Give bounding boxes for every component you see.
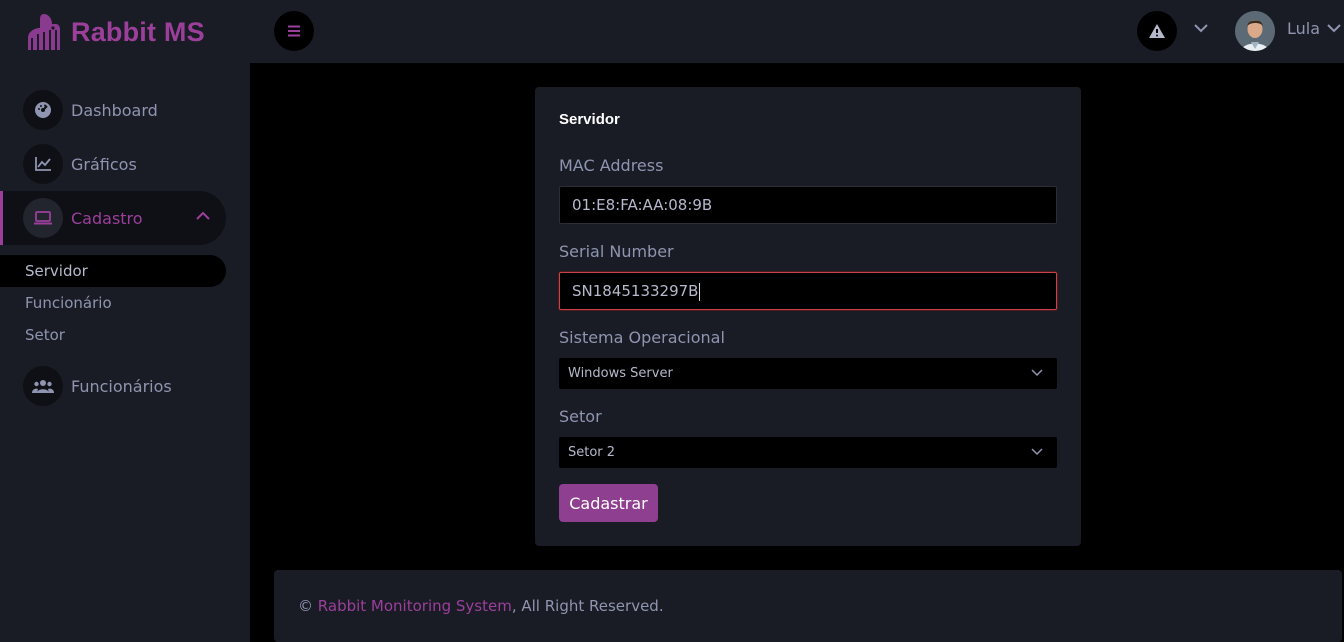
mac-address-value: 01:E8:FA:AA:08:9B — [572, 196, 713, 214]
sidebar-item-dashboard[interactable]: Dashboard — [0, 83, 226, 137]
copyright-suffix: , All Right Reserved. — [511, 597, 664, 615]
sidebar-item-label: Gráficos — [71, 154, 137, 174]
chevron-down-icon — [1031, 369, 1043, 377]
sector-label: Setor — [559, 407, 602, 426]
serial-number-input[interactable]: SN1845133297B — [559, 272, 1057, 310]
chevron-up-icon — [196, 211, 210, 220]
sidebar: Rabbit MS Dashboard Gráficos Cadastro Se… — [0, 0, 250, 642]
user-name[interactable]: Lula — [1287, 19, 1320, 38]
server-form-card: Servidor MAC Address 01:E8:FA:AA:08:9B S… — [535, 87, 1081, 546]
submenu-item-label: Servidor — [25, 262, 88, 280]
laptop-icon — [23, 198, 63, 238]
copyright-prefix: © — [298, 597, 318, 615]
sidebar-item-label: Dashboard — [71, 100, 158, 120]
os-select[interactable]: Windows Server — [559, 358, 1057, 389]
menu-toggle-button[interactable] — [274, 11, 314, 51]
serial-number-label: Serial Number — [559, 242, 674, 261]
submenu-item-label: Setor — [25, 326, 65, 344]
os-label: Sistema Operacional — [559, 328, 725, 347]
speedometer-icon — [23, 90, 63, 130]
chevron-down-icon — [1031, 448, 1043, 456]
hamburger-icon — [288, 25, 300, 37]
sidebar-item-graficos[interactable]: Gráficos — [0, 137, 226, 191]
submit-button[interactable]: Cadastrar — [559, 484, 658, 522]
footer-text: © Rabbit Monitoring System, All Right Re… — [298, 597, 664, 615]
warning-icon — [1149, 24, 1165, 38]
sidebar-item-label: Funcionários — [71, 376, 172, 396]
submenu-item-servidor[interactable]: Servidor — [0, 255, 226, 287]
mac-address-label: MAC Address — [559, 156, 664, 175]
rabbit-logo-icon — [28, 14, 60, 50]
submenu-item-label: Funcionário — [25, 294, 112, 312]
text-caret — [699, 282, 701, 301]
submenu-item-funcionario[interactable]: Funcionário — [0, 287, 226, 319]
serial-number-value: SN1845133297B — [572, 282, 699, 300]
brand[interactable]: Rabbit MS — [26, 12, 205, 52]
users-icon — [23, 366, 63, 406]
chevron-down-icon[interactable] — [1327, 24, 1341, 33]
alerts-button[interactable] — [1137, 11, 1177, 51]
brand-name: Rabbit MS — [71, 16, 205, 47]
chevron-down-icon[interactable] — [1194, 24, 1208, 33]
sector-select[interactable]: Setor 2 — [559, 437, 1057, 468]
avatar[interactable] — [1235, 11, 1275, 51]
sidebar-item-label: Cadastro — [71, 208, 143, 228]
mac-address-input[interactable]: 01:E8:FA:AA:08:9B — [559, 186, 1057, 224]
sidebar-item-cadastro[interactable]: Cadastro — [0, 191, 226, 245]
chart-line-icon — [23, 144, 63, 184]
sidebar-item-funcionarios[interactable]: Funcionários — [0, 359, 226, 413]
user-photo-icon — [1235, 11, 1275, 51]
submenu-item-setor[interactable]: Setor — [0, 319, 226, 351]
sector-select-value: Setor 2 — [568, 445, 616, 460]
card-title: Servidor — [559, 111, 620, 128]
os-select-value: Windows Server — [568, 366, 673, 381]
footer-link[interactable]: Rabbit Monitoring System — [318, 597, 512, 615]
footer: © Rabbit Monitoring System, All Right Re… — [274, 570, 1342, 642]
topbar: Lula — [250, 0, 1344, 63]
